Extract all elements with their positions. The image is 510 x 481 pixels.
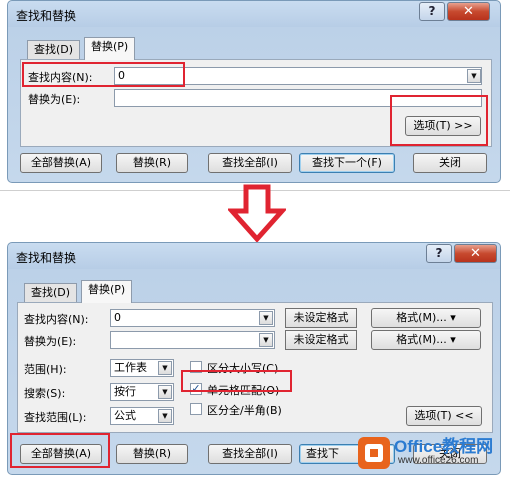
watermark-url: www.office26.com: [398, 455, 479, 466]
replace-format-button[interactable]: 格式(M)... ▾: [371, 330, 481, 350]
find-format-button[interactable]: 格式(M)... ▾: [371, 308, 481, 328]
find-replace-dialog-collapsed: 查找和替换 ? ✕ 查找(D) 替换(P) 查找内容(N): 0 ▼ 替换为(E…: [7, 0, 501, 183]
arrow-down-icon: [228, 184, 286, 243]
options-expand-button[interactable]: 选项(T) >>: [405, 116, 481, 136]
watermark: Office教程网 www.office26.com: [352, 428, 508, 478]
replace-all-button[interactable]: 全部替换(A): [20, 153, 102, 173]
match-case-label: 区分大小写(C): [207, 362, 279, 375]
dialog-title: 查找和替换: [16, 251, 77, 265]
match-byte-checkbox[interactable]: [190, 403, 202, 415]
chevron-down-icon[interactable]: ▼: [259, 333, 273, 347]
chevron-down-icon: ▾: [450, 333, 456, 346]
replace-with-input[interactable]: [114, 89, 482, 107]
find-what-label: 查找内容(N):: [28, 71, 93, 84]
replace-with-label: 替换为(E):: [28, 93, 81, 106]
replace-tab-panel: 查找内容(N): 0 ▼ 替换为(E): 选项(T) >>: [20, 59, 492, 147]
find-all-button[interactable]: 查找全部(I): [208, 444, 292, 464]
tab-replace[interactable]: 替换(P): [84, 37, 136, 60]
scope-label: 范围(H):: [24, 363, 67, 376]
find-what-label: 查找内容(N):: [24, 313, 89, 326]
search-label: 搜索(S):: [24, 387, 66, 400]
replace-format-status: 未设定格式: [285, 330, 357, 350]
close-icon[interactable]: ✕: [454, 244, 497, 263]
help-icon[interactable]: ?: [426, 244, 452, 263]
chevron-down-icon: ▾: [450, 311, 456, 324]
find-format-status: 未设定格式: [285, 308, 357, 328]
format-button-label: 格式(M)...: [396, 333, 447, 346]
replace-with-input[interactable]: [110, 331, 275, 349]
office-logo-icon: [358, 437, 390, 469]
replace-tab-panel: 查找内容(N): 0 ▼ 未设定格式 格式(M)... ▾ 替换为(E): ▼ …: [17, 302, 493, 433]
tab-find[interactable]: 查找(D): [24, 283, 78, 303]
replace-button[interactable]: 替换(R): [116, 153, 188, 173]
match-case-checkbox[interactable]: [190, 361, 202, 373]
find-next-button[interactable]: 查找下一个(F): [299, 153, 395, 173]
replace-all-button[interactable]: 全部替换(A): [20, 444, 102, 464]
replace-with-label: 替换为(E):: [24, 335, 77, 348]
help-icon[interactable]: ?: [419, 2, 445, 21]
find-all-button[interactable]: 查找全部(I): [208, 153, 292, 173]
close-icon[interactable]: ✕: [447, 2, 490, 21]
replace-button[interactable]: 替换(R): [116, 444, 188, 464]
tab-find[interactable]: 查找(D): [27, 40, 81, 60]
find-what-input[interactable]: 0: [114, 67, 482, 85]
look-in-label: 查找范围(L):: [24, 411, 87, 424]
format-button-label: 格式(M)...: [396, 311, 447, 324]
chevron-down-icon[interactable]: ▼: [158, 361, 172, 375]
find-what-input[interactable]: 0: [110, 309, 275, 327]
match-cell-checkbox[interactable]: ✓: [190, 383, 202, 395]
chevron-down-icon[interactable]: ▼: [467, 69, 481, 83]
dialog-title: 查找和替换: [16, 9, 77, 23]
chevron-down-icon[interactable]: ▼: [158, 385, 172, 399]
close-button[interactable]: 关闭: [413, 153, 487, 173]
watermark-title: Office教程网: [394, 437, 494, 456]
options-collapse-button[interactable]: 选项(T) <<: [406, 406, 482, 426]
match-cell-label: 单元格匹配(O): [207, 384, 280, 397]
chevron-down-icon[interactable]: ▼: [158, 409, 172, 423]
match-byte-label: 区分全/半角(B): [207, 404, 282, 417]
chevron-down-icon[interactable]: ▼: [259, 311, 273, 325]
tab-replace[interactable]: 替换(P): [81, 280, 133, 303]
